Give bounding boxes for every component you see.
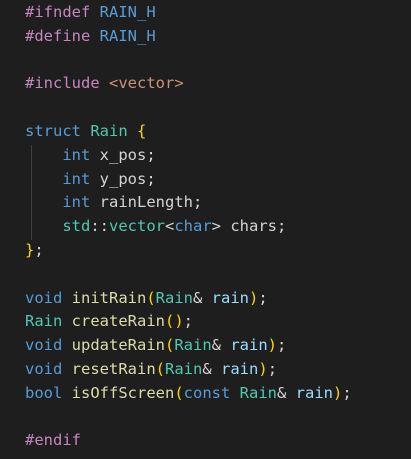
code-token-type: std xyxy=(62,217,91,236)
code-token-bracket1: ( xyxy=(174,383,184,402)
code-token-variable: rain xyxy=(295,383,333,402)
code-token-default: ; xyxy=(267,360,278,378)
code-token-type: Rain xyxy=(165,360,203,378)
code-token-default xyxy=(25,217,62,235)
code-token-default xyxy=(25,146,62,164)
code-token-bracket1: ( xyxy=(165,336,175,355)
code-token-default: & xyxy=(277,383,296,402)
code-token-keyword: int xyxy=(62,169,91,188)
code-token-keyword: int xyxy=(62,145,91,164)
code-token-function: createRain xyxy=(71,312,165,331)
code-token-default: ; xyxy=(342,383,352,402)
code-token-control: #include xyxy=(25,74,109,93)
code-token-bracket1: } xyxy=(25,241,35,259)
code-token-bracket1: ) xyxy=(267,336,278,355)
code-line[interactable]: int rainLength; xyxy=(25,192,202,212)
code-token-default: ; xyxy=(277,336,287,355)
code-token-keyword: int xyxy=(62,193,91,212)
code-token-bracket1: { xyxy=(137,122,147,140)
code-token-bracket1: ) xyxy=(258,360,268,378)
code-token-default xyxy=(25,193,62,211)
code-token-control: #ifndef xyxy=(25,3,100,21)
code-token-keyword: bool xyxy=(25,383,72,402)
code-line[interactable]: int y_pos; xyxy=(25,169,156,189)
code-token-default: ; xyxy=(183,312,194,331)
code-token-type: Rain xyxy=(174,336,212,355)
code-token-type: vector xyxy=(109,217,165,236)
code-token-macro: RAIN_H xyxy=(99,26,156,45)
code-token-control: #endif xyxy=(25,431,81,450)
code-token-function: isOffScreen xyxy=(71,383,175,402)
code-token-keyword: struct xyxy=(25,122,91,140)
code-token-default: ; xyxy=(34,241,44,259)
code-line[interactable]: std::vector<char> chars; xyxy=(25,216,286,236)
code-token-default: ; xyxy=(258,288,268,307)
code-token-function: initRain xyxy=(71,288,147,307)
code-line[interactable]: #ifndef RAIN_H xyxy=(25,2,156,22)
code-token-keyword: void xyxy=(25,288,72,307)
code-token-bracket1: () xyxy=(165,312,184,331)
code-token-default xyxy=(62,312,71,330)
code-editor[interactable]: #ifndef RAIN_H #define RAIN_H #include <ve… xyxy=(0,0,411,459)
code-token-control: #define xyxy=(25,26,100,45)
code-token-type: Rain xyxy=(239,383,277,402)
code-token-keyword: void xyxy=(25,360,72,378)
code-line[interactable]: Rain createRain(); xyxy=(25,311,193,331)
code-token-keyword: void xyxy=(25,336,72,355)
code-token-keyword: const xyxy=(183,383,240,402)
code-token-default xyxy=(128,122,137,140)
code-token-default: & xyxy=(202,360,222,378)
code-token-type: Rain xyxy=(155,288,193,307)
code-token-macro: RAIN_H xyxy=(99,3,156,21)
code-token-type: Rain xyxy=(90,122,128,140)
code-token-default: y_pos; xyxy=(90,169,156,188)
code-token-type: Rain xyxy=(25,312,63,331)
code-token-variable: rain xyxy=(221,360,259,378)
code-token-function: updateRain xyxy=(71,336,165,355)
code-token-default: & xyxy=(193,288,212,307)
code-token-default: rainLength; xyxy=(90,193,203,212)
code-line[interactable]: }; xyxy=(25,240,44,260)
code-line[interactable]: #include <vector> xyxy=(25,73,184,93)
code-line[interactable]: void updateRain(Rain& rain); xyxy=(25,335,286,355)
code-line[interactable]: #endif xyxy=(25,430,81,450)
code-token-bracket1: ( xyxy=(146,288,156,307)
code-line[interactable]: #define RAIN_H xyxy=(25,26,156,46)
code-token-bracket1: ) xyxy=(333,383,343,402)
code-token-function: resetRain xyxy=(71,360,156,378)
code-token-default: & xyxy=(211,336,231,355)
code-line[interactable]: void initRain(Rain& rain); xyxy=(25,288,268,308)
code-token-bracket1: ) xyxy=(249,288,259,307)
code-token-variable: rain xyxy=(211,288,249,307)
code-token-string: <vector> xyxy=(109,74,184,93)
code-token-default xyxy=(25,170,62,188)
code-token-default: > chars; xyxy=(211,217,287,236)
code-token-keyword: char xyxy=(174,217,212,236)
code-line[interactable]: bool isOffScreen(const Rain& rain); xyxy=(25,383,352,403)
code-token-default: < xyxy=(165,217,175,236)
code-line[interactable]: void resetRain(Rain& rain); xyxy=(25,359,277,379)
code-token-bracket1: ( xyxy=(155,360,166,378)
code-line[interactable]: struct Rain { xyxy=(25,121,146,141)
code-token-default: x_pos; xyxy=(90,145,156,164)
code-token-default: :: xyxy=(90,217,109,236)
code-token-variable: rain xyxy=(230,336,268,355)
code-line[interactable]: int x_pos; xyxy=(25,145,156,165)
